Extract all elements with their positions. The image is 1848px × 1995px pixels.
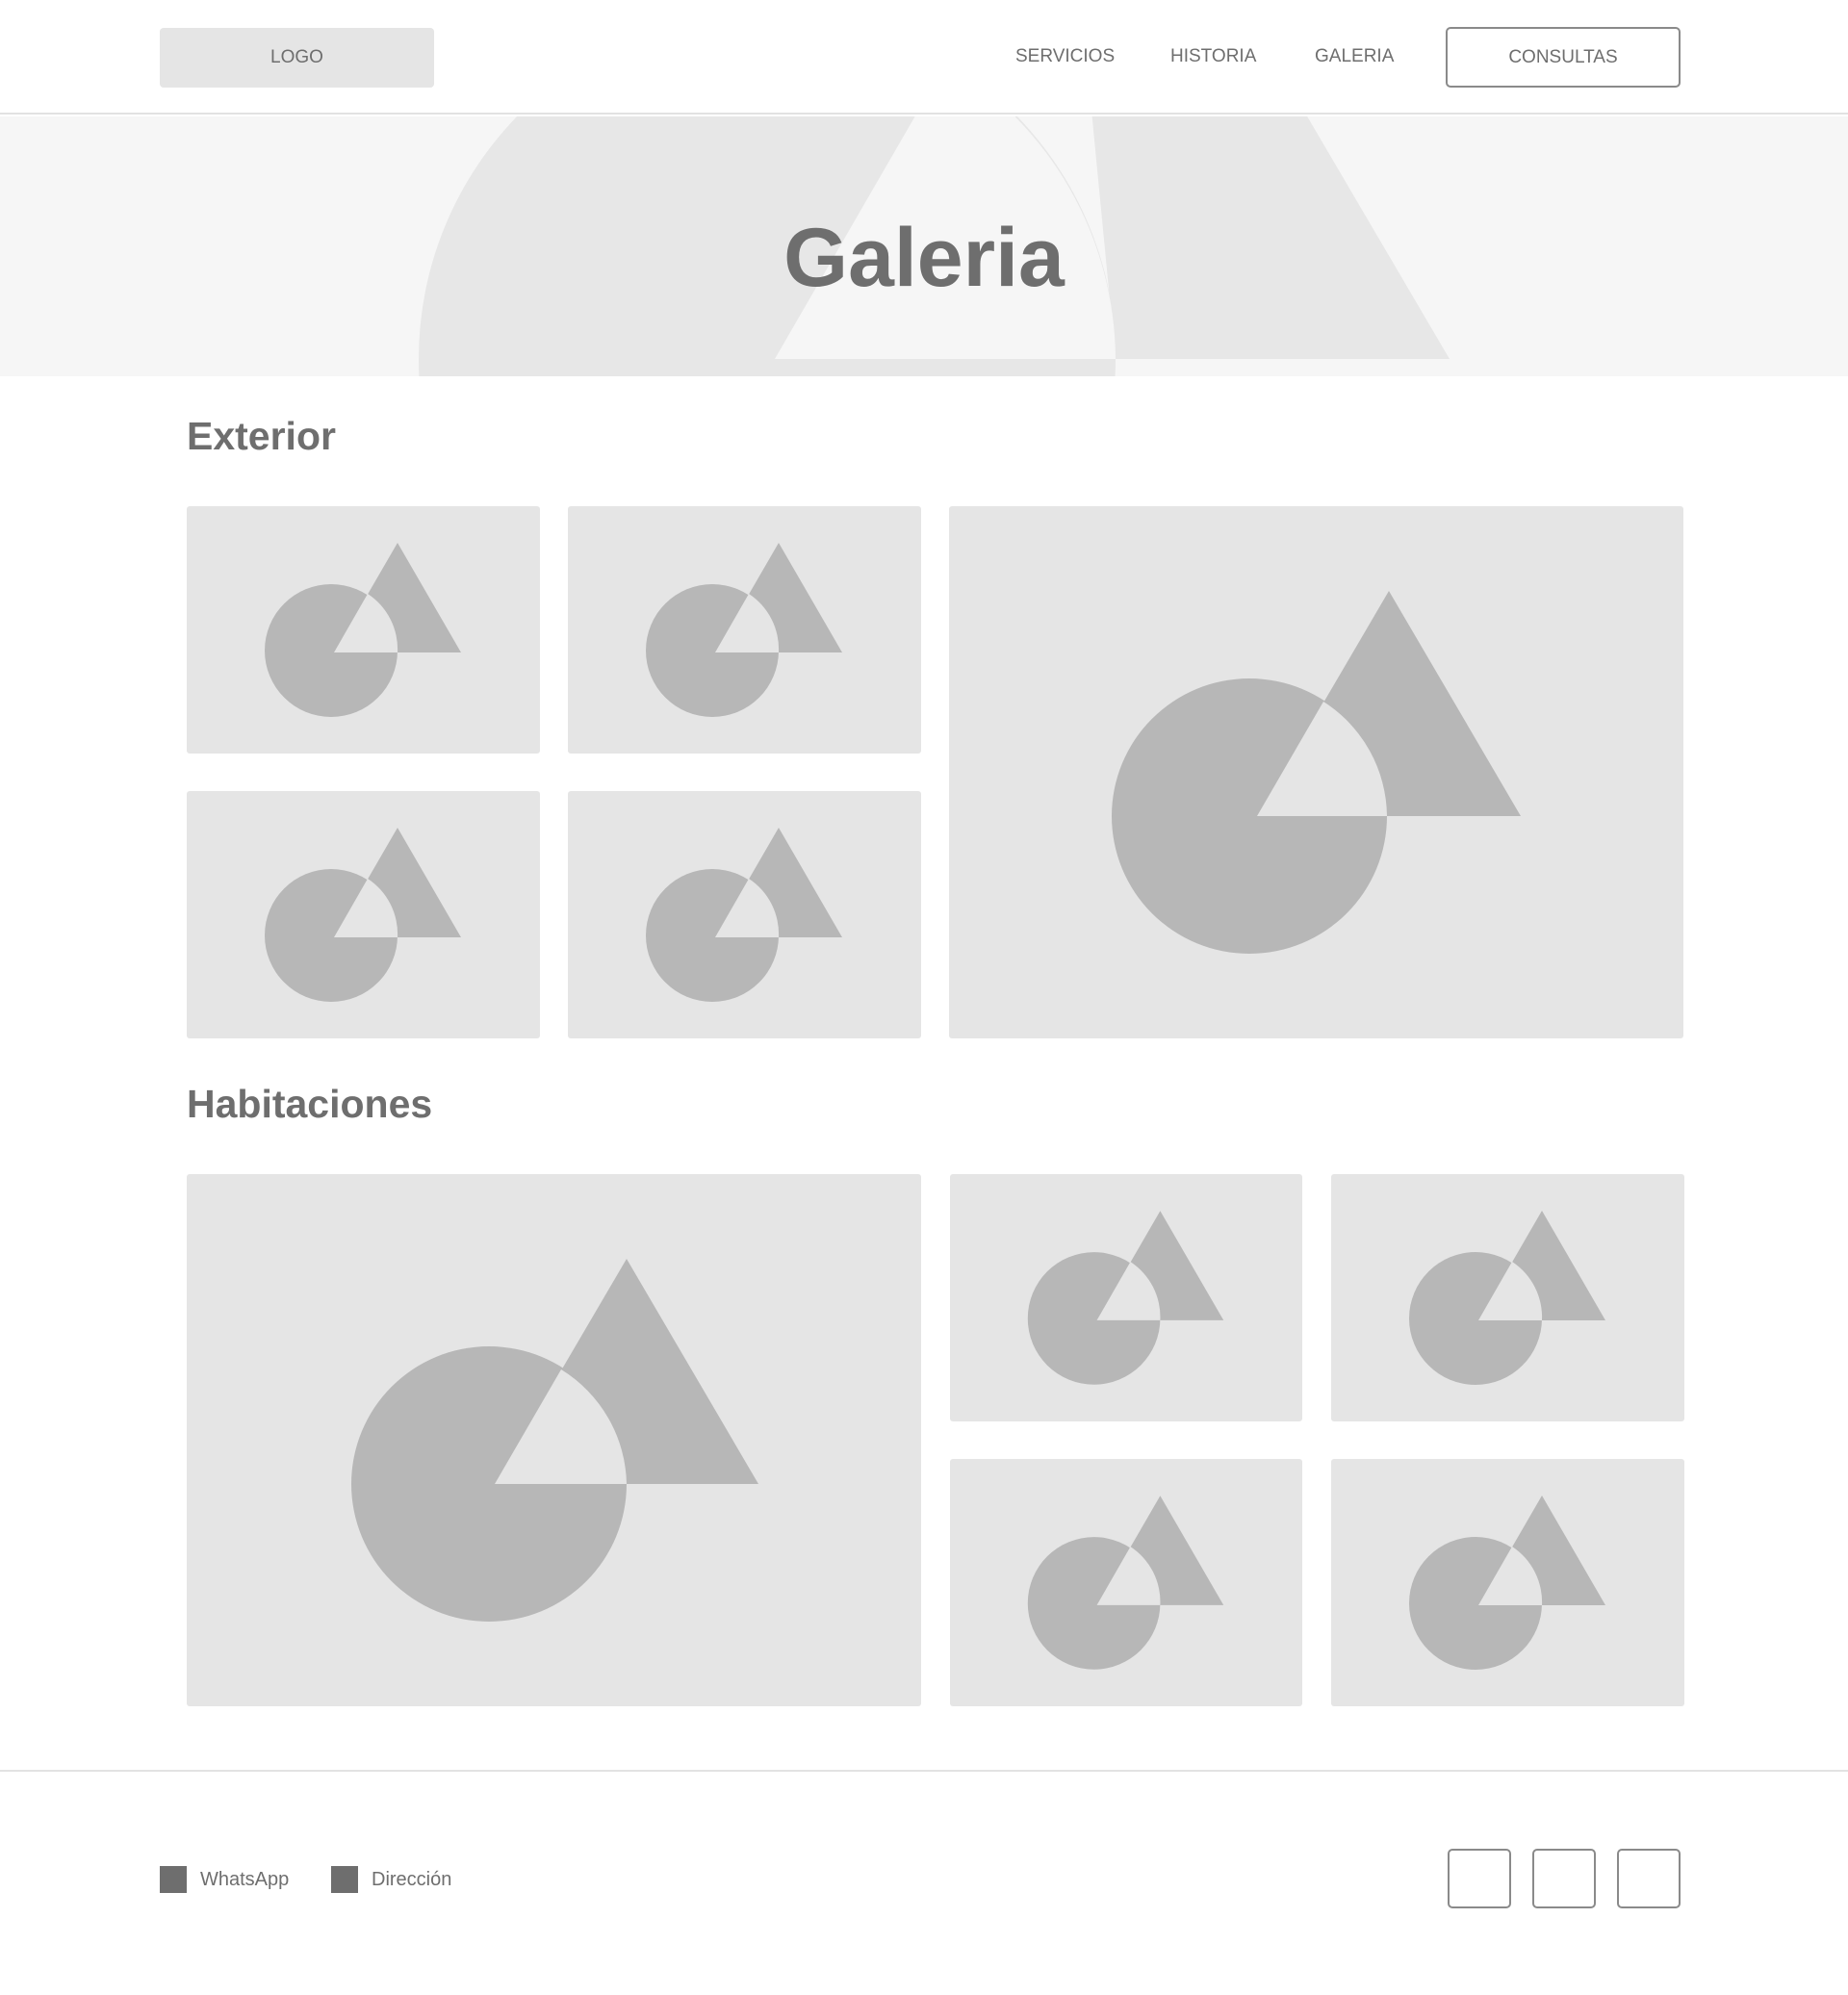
- consultas-button[interactable]: CONSULTAS: [1446, 27, 1681, 88]
- image-placeholder-icon: [1027, 1211, 1224, 1385]
- social-button-2[interactable]: [1532, 1849, 1596, 1908]
- logo-label: LOGO: [270, 47, 323, 67]
- page-title: Galeria: [783, 212, 1065, 304]
- whatsapp-icon[interactable]: [160, 1866, 187, 1893]
- image-placeholder-icon: [1409, 1496, 1605, 1670]
- gallery-image[interactable]: [1331, 1174, 1684, 1421]
- footer-divider: [0, 1770, 1848, 1772]
- footer-address-link[interactable]: Dirección: [372, 1869, 451, 1891]
- nav-link-historia[interactable]: HISTORIA: [1170, 46, 1256, 67]
- image-placeholder-icon: [1027, 1496, 1224, 1670]
- image-placeholder-icon: [646, 543, 842, 717]
- social-button-1[interactable]: [1448, 1849, 1511, 1908]
- image-placeholder-icon: [1112, 591, 1521, 954]
- footer-whatsapp-link[interactable]: WhatsApp: [200, 1869, 289, 1891]
- gallery-image[interactable]: [187, 791, 540, 1038]
- gallery-image[interactable]: [568, 791, 921, 1038]
- consultas-label: CONSULTAS: [1508, 46, 1618, 67]
- site-header: LOGO SERVICIOS HISTORIA GALERIA CONSULTA…: [0, 0, 1848, 115]
- gallery-image[interactable]: [950, 1459, 1302, 1706]
- location-icon[interactable]: [331, 1866, 358, 1893]
- image-placeholder-icon: [265, 828, 461, 1002]
- gallery-image[interactable]: [187, 506, 540, 754]
- logo[interactable]: LOGO: [160, 28, 434, 88]
- image-placeholder-icon: [351, 1259, 758, 1622]
- section-title-exterior: Exterior: [187, 414, 336, 458]
- gallery-image[interactable]: [1331, 1459, 1684, 1706]
- gallery-image-large[interactable]: [949, 506, 1683, 1038]
- gallery-image[interactable]: [950, 1174, 1302, 1421]
- image-placeholder-icon: [646, 828, 842, 1002]
- social-button-3[interactable]: [1617, 1849, 1681, 1908]
- image-placeholder-icon: [1409, 1211, 1605, 1385]
- hero-banner: Galeria: [0, 116, 1848, 376]
- gallery-image-large[interactable]: [187, 1174, 921, 1706]
- nav-link-servicios[interactable]: SERVICIOS: [1015, 46, 1115, 67]
- nav-link-galeria[interactable]: GALERIA: [1315, 46, 1394, 67]
- gallery-image[interactable]: [568, 506, 921, 754]
- image-placeholder-icon: [265, 543, 461, 717]
- section-title-habitaciones: Habitaciones: [187, 1082, 433, 1126]
